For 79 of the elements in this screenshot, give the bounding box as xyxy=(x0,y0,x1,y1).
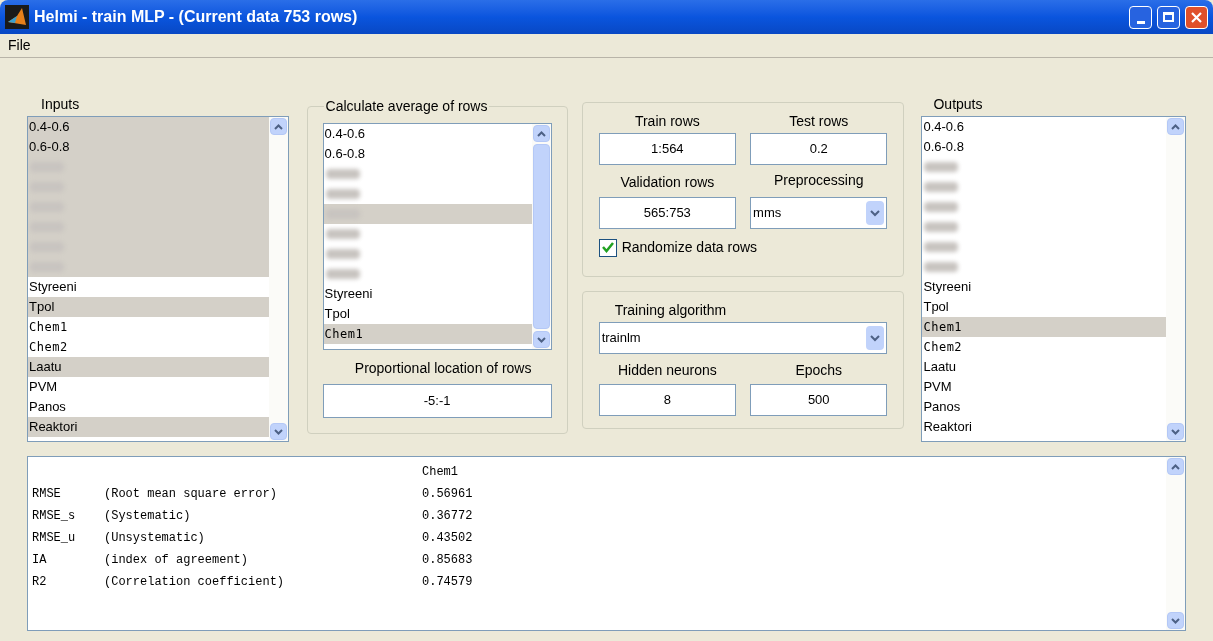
blurred-list-item[interactable] xyxy=(28,257,269,277)
chevron-down-icon xyxy=(870,334,881,342)
chevron-up-icon xyxy=(536,130,546,137)
field-label: Epochs xyxy=(794,361,844,380)
field-label: Preprocessing xyxy=(773,171,865,190)
scroll-up-button[interactable] xyxy=(1167,118,1184,135)
metric-value: 0.43502 xyxy=(422,530,473,547)
text-field[interactable]: 500 xyxy=(750,384,888,416)
list-item[interactable]: 0.4-0.6 xyxy=(28,117,269,137)
chevron-down-icon xyxy=(536,336,546,343)
scroll-down-button[interactable] xyxy=(269,423,287,440)
scrollbar[interactable] xyxy=(1166,457,1185,630)
scrollbar[interactable] xyxy=(1166,117,1185,441)
scroll-up-button[interactable] xyxy=(1167,458,1184,475)
metric-name: R2 xyxy=(32,574,48,591)
checkmark-icon xyxy=(601,242,614,253)
metric-name: IA xyxy=(32,552,48,569)
metric-value: 0.74579 xyxy=(422,574,473,591)
outputs-label: Outputs xyxy=(932,95,984,114)
metric-name: RMSE_s xyxy=(32,508,77,525)
metric-description: (index of agreement) xyxy=(104,552,250,569)
scrollbar[interactable] xyxy=(531,124,551,349)
minimize-button[interactable] xyxy=(1129,5,1152,29)
metric-name: RMSE xyxy=(32,486,62,503)
field-label: Train rows xyxy=(633,112,701,131)
list-item[interactable]: Chem1 xyxy=(922,317,1166,337)
metric-description: (Root mean square error) xyxy=(104,486,278,503)
menu-item[interactable]: File xyxy=(8,35,31,56)
text-field[interactable]: 8 xyxy=(598,384,737,416)
metric-description: (Systematic) xyxy=(104,508,192,525)
checkbox[interactable] xyxy=(598,238,617,257)
blurred-list-item[interactable] xyxy=(323,204,532,224)
metric-description: (Unsystematic) xyxy=(104,530,206,547)
list-item[interactable]: Reaktori xyxy=(28,417,269,437)
field-label: Hidden neurons xyxy=(616,361,718,380)
metric-name: RMSE_u xyxy=(32,530,77,547)
chevron-down-icon xyxy=(870,209,881,217)
dropdown[interactable]: trainlm xyxy=(598,322,888,354)
scroll-up-button[interactable] xyxy=(269,118,287,135)
text-field[interactable]: 1:564 xyxy=(598,133,737,165)
maximize-button[interactable] xyxy=(1157,5,1180,29)
list-item[interactable]: Chem1 xyxy=(323,324,532,344)
scrollbar-thumb[interactable] xyxy=(532,144,550,329)
close-button[interactable] xyxy=(1185,5,1208,29)
scroll-up-button[interactable] xyxy=(532,125,550,142)
chevron-up-icon xyxy=(1171,123,1180,130)
chevron-down-icon xyxy=(1171,428,1180,435)
app-logo-icon xyxy=(5,5,29,29)
scrollbar[interactable] xyxy=(268,117,288,441)
text-field[interactable]: 0.2 xyxy=(750,133,888,165)
list-box[interactable]: 0.4-0.6 0.6-0.8 Styreeni Tpol Chem1 Chem2 Laatu PVM Panos Reaktori xyxy=(27,116,289,442)
metric-value: 0.85683 xyxy=(422,552,473,569)
dropdown[interactable]: mms xyxy=(750,197,888,229)
field-label: Validation rows xyxy=(619,173,716,192)
chevron-down-icon xyxy=(273,428,283,435)
field-label: Training algorithm xyxy=(613,301,728,320)
window-title: Helmi - train MLP - (Current data 753 rows) xyxy=(34,7,359,27)
chevron-down-icon xyxy=(1171,617,1180,624)
text-field[interactable]: 565:753 xyxy=(598,197,737,229)
scroll-down-button[interactable] xyxy=(1167,612,1184,629)
list-box[interactable]: 0.4-0.6 0.6-0.8 Styreeni Tpol Chem1 xyxy=(322,123,552,350)
close-icon xyxy=(1191,11,1202,23)
chevron-up-icon xyxy=(1171,463,1180,470)
scroll-down-button[interactable] xyxy=(532,331,550,348)
metric-value: 0.36772 xyxy=(422,508,473,525)
scroll-down-button[interactable] xyxy=(1167,423,1184,440)
result-column-header: Chem1 xyxy=(422,464,458,481)
list-item[interactable]: Laatu xyxy=(28,357,269,377)
list-item[interactable]: 0.6-0.8 xyxy=(28,137,269,157)
list-item[interactable]: Tpol xyxy=(28,297,269,317)
metric-value: 0.56961 xyxy=(422,486,473,503)
text-field[interactable]: -5:-1 xyxy=(322,384,552,418)
checkbox-label: Randomize data rows xyxy=(621,238,758,257)
chevron-up-icon xyxy=(273,123,283,130)
list-box[interactable]: 0.4-0.6 0.6-0.8 Styreeni Tpol Chem1 Chem2 Laatu PVM Panos Reaktori xyxy=(921,116,1186,442)
field-label: Proportional location of rows xyxy=(353,359,533,378)
field-label: Test rows xyxy=(788,112,850,131)
metric-description: (Correlation coefficient) xyxy=(104,574,286,591)
inputs-label: Inputs xyxy=(40,95,81,114)
